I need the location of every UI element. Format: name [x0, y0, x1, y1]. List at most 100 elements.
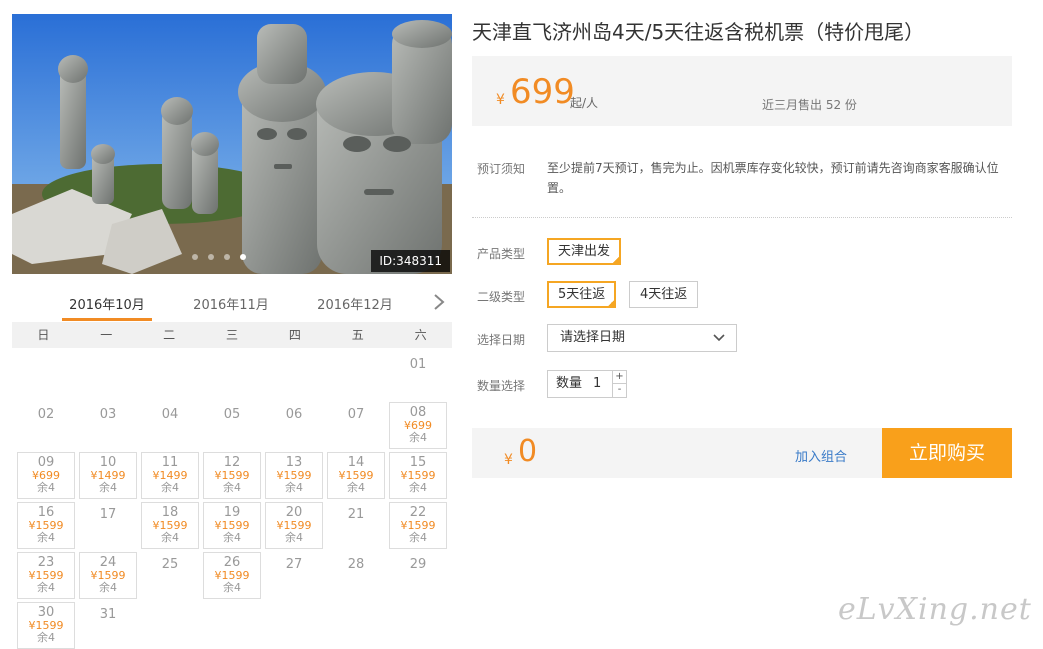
day-number: 08	[409, 405, 427, 420]
calendar-day-available[interactable]: 11 ¥1499 余4	[141, 452, 199, 499]
day-number: 04	[161, 407, 179, 422]
calendar-day: 06	[265, 402, 323, 449]
day-number: 13	[285, 455, 303, 470]
total-currency: ¥	[504, 452, 513, 468]
weekday-label: 日	[37, 328, 50, 342]
subtype-option[interactable]: 4天往返	[629, 281, 699, 308]
day-number: 19	[223, 505, 241, 520]
day-number: 20	[285, 505, 303, 520]
day-stock: 余4	[37, 581, 55, 594]
calendar-day: 07	[327, 402, 385, 449]
option-label: 天津出发	[558, 244, 611, 259]
quantity-value[interactable]: 1	[593, 371, 601, 397]
calendar-day-available[interactable]: 23 ¥1599 余4	[17, 552, 75, 599]
day-number: 26	[223, 555, 241, 570]
selected-check-icon	[606, 298, 617, 308]
calendar-day: 03	[79, 402, 137, 449]
price-unit: 起/人	[570, 96, 599, 110]
day-number: 03	[99, 407, 117, 422]
currency-symbol: ¥	[496, 92, 505, 108]
subtype-option-selected[interactable]: 5天往返	[547, 281, 617, 308]
add-combo-link[interactable]: 加入组合	[795, 446, 847, 465]
calendar-day-available[interactable]: 09 ¥699 余4	[17, 452, 75, 499]
day-number: 22	[409, 505, 427, 520]
buy-now-button[interactable]: 立即购买	[882, 428, 1012, 478]
chevron-right-icon[interactable]	[432, 292, 446, 312]
carousel-dot[interactable]	[192, 254, 198, 260]
calendar-day-available[interactable]: 15 ¥1599 余4	[389, 452, 447, 499]
day-stock: 余4	[99, 581, 117, 594]
product-title: 天津直飞济州岛4天/5天往返含税机票（特价甩尾）	[472, 20, 925, 44]
calendar-day-available[interactable]: 12 ¥1599 余4	[203, 452, 261, 499]
calendar-day-available[interactable]: 13 ¥1599 余4	[265, 452, 323, 499]
selected-check-icon	[611, 255, 622, 265]
day-stock: 余4	[161, 481, 179, 494]
calendar-day-available[interactable]: 22 ¥1599 余4	[389, 502, 447, 549]
day-stock: 余4	[37, 481, 55, 494]
product-type-option-selected[interactable]: 天津出发	[547, 238, 622, 265]
product-photo[interactable]: ID:348311	[12, 14, 452, 274]
photo-id-badge: ID:348311	[371, 250, 450, 272]
calendar-day-available[interactable]: 08 ¥699 余4	[389, 402, 447, 449]
carousel-dot[interactable]	[208, 254, 214, 260]
day-number: 16	[37, 505, 55, 520]
calendar-day-available[interactable]: 16 ¥1599 余4	[17, 502, 75, 549]
calendar-day: 01	[389, 352, 447, 399]
day-stock: 余4	[223, 581, 241, 594]
day-stock: 余4	[409, 431, 427, 444]
tab-month-1[interactable]: 2016年10月	[62, 294, 152, 313]
calendar-day-available[interactable]: 20 ¥1599 余4	[265, 502, 323, 549]
day-number: 15	[409, 455, 427, 470]
day-number: 31	[99, 607, 117, 622]
day-number: 09	[37, 455, 55, 470]
day-number: 17	[99, 507, 117, 522]
weekday-label: 三	[226, 328, 239, 342]
subtype-label: 二级类型	[477, 290, 526, 304]
carousel-dot[interactable]	[224, 254, 230, 260]
day-number: 07	[347, 407, 365, 422]
product-price: 699	[510, 72, 575, 112]
calendar-day-available[interactable]: 19 ¥1599 余4	[203, 502, 261, 549]
calendar-day: 21	[327, 502, 385, 549]
carousel-dot-active[interactable]	[240, 254, 246, 260]
calendar-day: 02	[17, 402, 75, 449]
quantity-stepper[interactable]: 数量 1 + -	[547, 370, 627, 398]
day-stock: 余4	[37, 631, 55, 644]
day-number: 21	[347, 507, 365, 522]
day-number: 10	[99, 455, 117, 470]
day-stock: 余4	[347, 481, 365, 494]
calendar-day-available[interactable]: 30 ¥1599 余4	[17, 602, 75, 649]
calendar-day: 29	[389, 552, 447, 599]
day-number: 05	[223, 407, 241, 422]
notice-text: 至少提前7天预订，售完为止。因机票库存变化较快，预订前请先咨询商家客服确认位置。	[547, 161, 999, 195]
calendar-day-available[interactable]: 24 ¥1599 余4	[79, 552, 137, 599]
weekday-label: 六	[414, 328, 427, 342]
product-type-label: 产品类型	[477, 247, 526, 261]
price-box: ¥ 699 起/人 近三月售出 52 份	[472, 56, 1012, 126]
day-stock: 余4	[223, 531, 241, 544]
active-tab-underline	[62, 318, 152, 321]
tab-month-2[interactable]: 2016年11月	[186, 294, 276, 313]
total-price: 0	[518, 434, 538, 469]
calendar-day-available[interactable]: 14 ¥1599 余4	[327, 452, 385, 499]
day-number: 14	[347, 455, 365, 470]
month-tabs: 2016年10月 2016年11月 2016年12月	[12, 286, 452, 322]
day-number: 25	[161, 557, 179, 572]
tab-month-3[interactable]: 2016年12月	[310, 294, 400, 313]
date-label: 选择日期	[477, 333, 526, 347]
quantity-minus-button[interactable]: -	[612, 384, 626, 397]
day-number: 02	[37, 407, 55, 422]
stone-statues-image	[12, 14, 452, 274]
calendar-day-available[interactable]: 18 ¥1599 余4	[141, 502, 199, 549]
calendar-day: 05	[203, 402, 261, 449]
day-stock: 余4	[285, 481, 303, 494]
quantity-plus-button[interactable]: +	[612, 371, 626, 384]
calendar-day-available[interactable]: 10 ¥1499 余4	[79, 452, 137, 499]
day-number: 18	[161, 505, 179, 520]
calendar-day-available[interactable]: 26 ¥1599 余4	[203, 552, 261, 599]
date-select[interactable]: 请选择日期	[547, 324, 737, 352]
weekday-label: 四	[288, 328, 301, 342]
day-stock: 余4	[285, 531, 303, 544]
watermark: eLvXing.net	[838, 592, 1032, 627]
day-stock: 余4	[223, 481, 241, 494]
